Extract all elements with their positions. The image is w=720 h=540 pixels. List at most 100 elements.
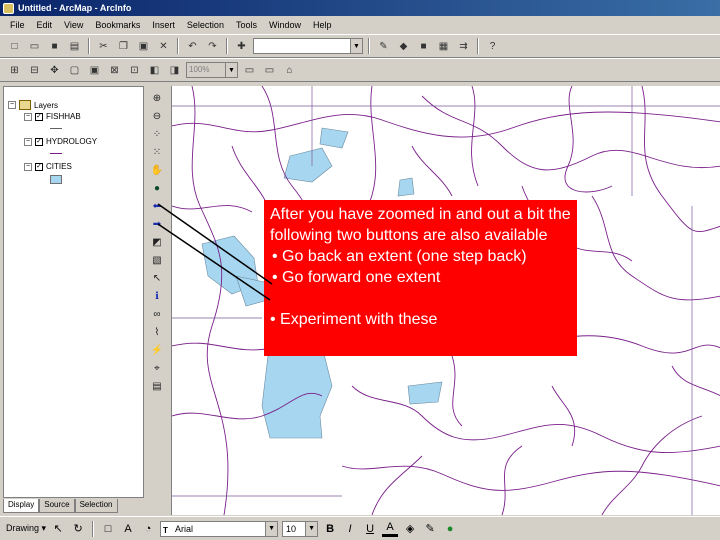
map-scale-combo[interactable]: ▼ <box>253 38 363 54</box>
focus-data-frame-icon[interactable]: ▭ <box>261 62 278 79</box>
menu-view[interactable]: View <box>62 20 85 30</box>
open-folder-icon[interactable]: ▭ <box>26 38 43 55</box>
redo-icon[interactable]: ↷ <box>204 38 221 55</box>
arccatalog-icon[interactable]: ◆ <box>395 38 412 55</box>
undo-icon[interactable]: ↶ <box>184 38 201 55</box>
find-binoculars-icon[interactable]: ∞ <box>148 306 166 323</box>
zoom-in-icon[interactable]: ⊕ <box>148 90 166 107</box>
font-name-combo[interactable]: T Arial ▼ <box>160 520 279 537</box>
font-color-icon[interactable]: A <box>382 521 399 537</box>
hyperlink-icon[interactable]: ⚡ <box>148 342 166 359</box>
forward-extent-page-icon[interactable]: ◨ <box>166 62 183 79</box>
italic-icon[interactable]: I <box>342 521 358 537</box>
pan-hand-icon[interactable]: ✋ <box>148 162 166 179</box>
chevron-down-icon[interactable]: ▼ <box>225 63 237 77</box>
add-data-icon[interactable]: ✚ <box>233 38 250 55</box>
delete-icon[interactable]: ✕ <box>155 38 172 55</box>
clear-selection-icon[interactable]: ▧ <box>148 252 166 269</box>
forward-extent-arrow-icon[interactable]: ➡ <box>148 216 166 233</box>
layer-visibility-checkbox[interactable]: ✓ <box>35 112 43 121</box>
collapse-icon[interactable]: − <box>24 162 32 171</box>
menu-tools[interactable]: Tools <box>234 20 259 30</box>
identify-icon[interactable]: ℹ <box>148 288 166 305</box>
menu-edit[interactable]: Edit <box>35 20 55 30</box>
fill-color-icon[interactable]: ◈ <box>402 521 418 537</box>
toc-layer-row[interactable]: − ✓ HYDROLOGY <box>24 137 97 146</box>
save-icon[interactable]: ■ <box>46 38 63 55</box>
toc-tabs: Display Source Selection <box>3 499 118 513</box>
zoom-in-page-icon[interactable]: ⊞ <box>6 62 23 79</box>
toc-layer-row[interactable]: − ✓ CITIES <box>24 162 72 171</box>
paste-icon[interactable]: ▣ <box>135 38 152 55</box>
copy-icon[interactable]: ❐ <box>115 38 132 55</box>
standard-toolbar: □ ▭ ■ ▤ ✂ ❐ ▣ ✕ ↶ ↷ ✚ ▼ ✎ ◆ ■ ▦ ⇉ ? <box>0 34 720 58</box>
back-extent-arrow-icon[interactable]: ⬅ <box>148 198 166 215</box>
select-elements-icon[interactable]: ↖ <box>148 270 166 287</box>
tools-toolbar: ⊕ ⊖ ⁘ ⁙ ✋ ● ⬅ ➡ ◩ ▧ ↖ ℹ ∞ ⌇ ⚡ ⌖ ▤ <box>148 90 166 396</box>
cut-icon[interactable]: ✂ <box>95 38 112 55</box>
print-icon[interactable]: ▤ <box>66 38 83 55</box>
fixed-zoom-out-icon[interactable]: ⁙ <box>148 144 166 161</box>
zoom-out-icon[interactable]: ⊖ <box>148 108 166 125</box>
select-features-icon[interactable]: ◩ <box>148 234 166 251</box>
font-size-combo[interactable]: 10 ▼ <box>282 520 319 537</box>
new-document-icon[interactable]: □ <box>6 38 23 55</box>
chevron-down-icon[interactable]: ▼ <box>305 521 318 536</box>
html-popup-icon[interactable]: ▤ <box>148 378 166 395</box>
fixed-zoom-out-page-icon[interactable]: ⊡ <box>126 62 143 79</box>
rectangle-icon[interactable]: □ <box>100 521 116 537</box>
menu-insert[interactable]: Insert <box>150 20 177 30</box>
menu-window[interactable]: Window <box>267 20 303 30</box>
font-size-value: 10 <box>286 523 297 534</box>
toc-root-row[interactable]: − Layers <box>8 100 58 110</box>
zoom-whole-page-icon[interactable]: ▢ <box>66 62 83 79</box>
toc-root-label: Layers <box>34 100 59 110</box>
layer-visibility-checkbox[interactable]: ✓ <box>35 162 43 171</box>
window-title: Untitled - ArcMap - ArcInfo <box>18 3 132 13</box>
select-elements-icon[interactable]: ↖ <box>50 521 66 537</box>
marker-color-icon[interactable]: ● <box>442 521 458 537</box>
editor-toolbar-icon[interactable]: ✎ <box>375 38 392 55</box>
chevron-down-icon[interactable]: ▼ <box>265 521 278 536</box>
back-extent-page-icon[interactable]: ◧ <box>146 62 163 79</box>
full-extent-globe-icon[interactable]: ● <box>148 180 166 197</box>
collapse-icon[interactable]: − <box>24 112 32 121</box>
arcmap-app-icon <box>3 2 14 14</box>
bold-icon[interactable]: B <box>322 521 338 537</box>
toc-layer-row[interactable]: − ✓ FISHHAB <box>24 112 81 121</box>
arctoolbox-icon[interactable]: ■ <box>415 38 432 55</box>
model-icon[interactable]: ⇉ <box>455 38 472 55</box>
whats-this-help-icon[interactable]: ? <box>484 38 501 55</box>
zoom-100-icon[interactable]: ▣ <box>86 62 103 79</box>
chevron-down-icon[interactable]: ▼ <box>350 39 362 53</box>
menu-file[interactable]: File <box>8 20 27 30</box>
line-color-icon[interactable]: ✎ <box>422 521 438 537</box>
measure-icon[interactable]: ⌇ <box>148 324 166 341</box>
zoom-out-page-icon[interactable]: ⊟ <box>26 62 43 79</box>
change-layout-icon[interactable]: ⌂ <box>281 62 298 79</box>
layer-icon[interactable]: ▦ <box>435 38 452 55</box>
toggle-draft-mode-icon[interactable]: ▭ <box>241 62 258 79</box>
tab-source[interactable]: Source <box>39 499 75 513</box>
fixed-zoom-in-icon[interactable]: ⁘ <box>148 126 166 143</box>
zoom-level-combo[interactable]: 100% ▼ <box>186 62 238 78</box>
menu-help[interactable]: Help <box>311 20 334 30</box>
drawing-toolbar: Drawing ▾ ↖ ↻ □ A ◔ T Arial ▼ 10 ▼ B I U… <box>0 516 720 540</box>
rotate-icon[interactable]: ↻ <box>70 521 86 537</box>
fixed-zoom-in-page-icon[interactable]: ⊠ <box>106 62 123 79</box>
new-text-icon[interactable]: A <box>120 521 136 537</box>
menu-bookmarks[interactable]: Bookmarks <box>93 20 142 30</box>
callout-bullet-back: • Go back an extent (one step back) <box>272 248 527 265</box>
go-to-xy-icon[interactable]: ⌖ <box>148 360 166 377</box>
collapse-icon[interactable]: − <box>8 101 16 109</box>
tab-display[interactable]: Display <box>3 499 40 513</box>
collapse-icon[interactable]: − <box>24 137 32 146</box>
tab-selection[interactable]: Selection <box>74 499 118 513</box>
underline-icon[interactable]: U <box>362 521 378 537</box>
legend-line-symbol <box>50 153 62 154</box>
layer-visibility-checkbox[interactable]: ✓ <box>35 137 43 146</box>
drawing-menu-button[interactable]: Drawing ▾ <box>6 523 46 534</box>
callout-icon[interactable]: ◔ <box>140 521 156 537</box>
menu-selection[interactable]: Selection <box>185 20 226 30</box>
pan-page-icon[interactable]: ✥ <box>46 62 63 79</box>
